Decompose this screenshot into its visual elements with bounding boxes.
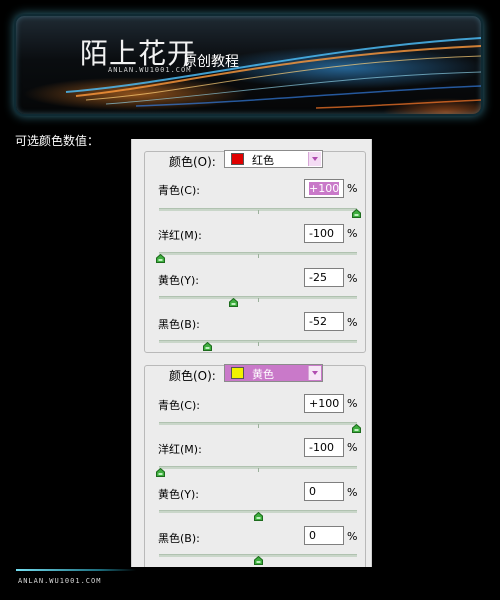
magenta-value-input[interactable]: -100 bbox=[304, 224, 344, 243]
magenta-label: 洋红(M): bbox=[158, 229, 202, 242]
percent-sign: % bbox=[347, 272, 358, 285]
section-caption: 可选颜色数值： bbox=[15, 134, 100, 148]
magenta-slider-thumb[interactable] bbox=[155, 462, 165, 477]
percent-sign: % bbox=[347, 486, 358, 499]
cyan-value-input[interactable]: +100 bbox=[304, 179, 344, 198]
magenta-value-input[interactable]: -100 bbox=[304, 438, 344, 457]
magenta-slider-thumb[interactable] bbox=[155, 248, 165, 263]
cyan-label: 青色(C): bbox=[158, 184, 200, 197]
black-slider-thumb[interactable] bbox=[253, 550, 263, 565]
black-value-input[interactable]: 0 bbox=[304, 526, 344, 545]
cyan-slider-thumb[interactable] bbox=[351, 203, 361, 218]
cyan-slider-thumb[interactable] bbox=[351, 418, 361, 433]
cyan-value-input[interactable]: +100 bbox=[304, 394, 344, 413]
black-slider-thumb[interactable] bbox=[202, 336, 212, 351]
color-dropdown-value: 红色 bbox=[252, 154, 274, 167]
percent-sign: % bbox=[347, 227, 358, 240]
chevron-down-icon[interactable] bbox=[308, 366, 321, 380]
slider-center-tick bbox=[258, 298, 259, 302]
yellow-label: 黄色(Y): bbox=[158, 274, 200, 287]
percent-sign: % bbox=[347, 530, 358, 543]
footer-divider bbox=[16, 569, 136, 571]
yellow-value-input[interactable]: 0 bbox=[304, 482, 344, 501]
color-label: 颜色(O): bbox=[166, 153, 219, 170]
header-banner: 陌上花开 原创教程 ANLAN.WU1001.COM bbox=[16, 16, 481, 114]
color-swatch bbox=[231, 367, 244, 379]
cyan-value-text: +100 bbox=[309, 182, 340, 195]
color-label: 颜色(O): bbox=[166, 367, 219, 384]
color-swatch bbox=[231, 153, 244, 165]
percent-sign: % bbox=[347, 316, 358, 329]
yellow-slider-thumb[interactable] bbox=[253, 506, 263, 521]
slider-center-tick bbox=[258, 342, 259, 346]
yellow-label: 黄色(Y): bbox=[158, 488, 200, 501]
percent-sign: % bbox=[347, 182, 358, 195]
footer-url: ANLAN.WU1001.COM bbox=[18, 577, 102, 585]
percent-sign: % bbox=[347, 397, 358, 410]
yellow-value-input[interactable]: -25 bbox=[304, 268, 344, 287]
brand-url: ANLAN.WU1001.COM bbox=[108, 66, 192, 74]
magenta-label: 洋红(M): bbox=[158, 443, 202, 456]
slider-center-tick bbox=[258, 254, 259, 258]
yellow-slider-thumb[interactable] bbox=[229, 292, 238, 307]
black-label: 黑色(B): bbox=[158, 532, 200, 545]
slider-center-tick bbox=[258, 468, 259, 472]
color-dropdown-value: 黄色 bbox=[252, 368, 274, 381]
selective-color-dialog: 颜色(O): 红色 青色(C): +100 % 洋红(M): -100 % 黄色… bbox=[131, 139, 372, 567]
slider-center-tick bbox=[258, 210, 259, 214]
cyan-label: 青色(C): bbox=[158, 399, 200, 412]
color-dropdown[interactable]: 黄色 bbox=[224, 364, 323, 382]
black-label: 黑色(B): bbox=[158, 318, 200, 331]
color-dropdown[interactable]: 红色 bbox=[224, 150, 323, 168]
percent-sign: % bbox=[347, 441, 358, 454]
slider-center-tick bbox=[258, 424, 259, 428]
black-value-input[interactable]: -52 bbox=[304, 312, 344, 331]
chevron-down-icon[interactable] bbox=[308, 152, 321, 166]
